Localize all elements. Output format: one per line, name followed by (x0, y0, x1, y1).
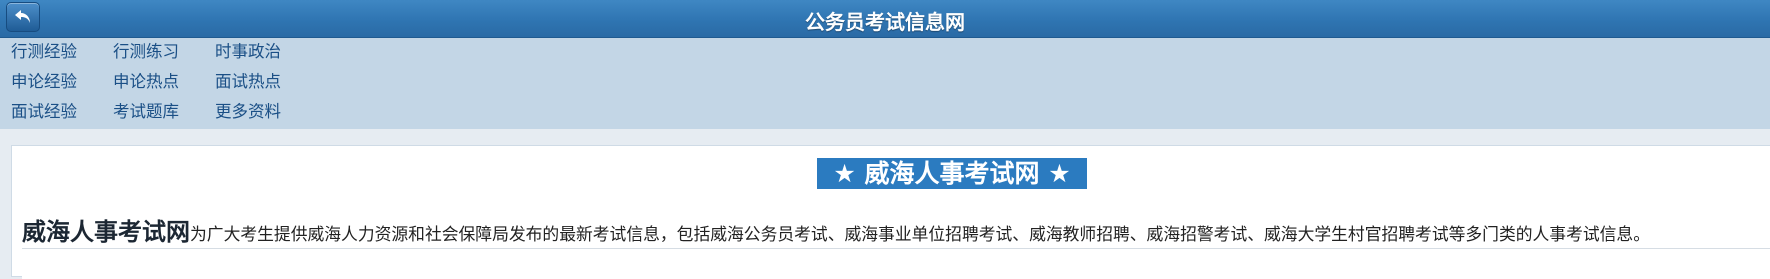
nav-link-shenlun-jingyan[interactable]: 申论经验 (11, 68, 77, 92)
site-description: 威海人事考试网为广大考生提供威海人力资源和社会保障局发布的最新考试信息，包括威海… (22, 212, 1650, 247)
top-bar: 公务员考试信息网 (0, 0, 1770, 38)
description-site-name: 威海人事考试网 (22, 218, 190, 246)
sub-panel (22, 248, 1770, 279)
nav-link-gengduo-ziliao[interactable]: 更多资料 (215, 98, 281, 122)
content-panel: ★ 威海人事考试网 ★ 威海人事考试网为广大考生提供威海人力资源和社会保障局发布… (11, 145, 1770, 279)
nav-link-shenlun-redian[interactable]: 申论热点 (113, 68, 179, 92)
site-title: 公务员考试信息网 (805, 10, 965, 34)
section-heading: ★ 威海人事考试网 ★ (817, 158, 1087, 189)
nav-link-mianshi-jingyan[interactable]: 面试经验 (11, 98, 77, 122)
back-arrow-icon (15, 10, 30, 23)
nav-link-kaoshi-tiku[interactable]: 考试题库 (113, 98, 179, 122)
nav-menu: 行测经验 行测练习 时事政治 申论经验 申论热点 面试热点 面试经验 考试题库 … (0, 38, 1770, 129)
nav-link-shishi-zhengzhi[interactable]: 时事政治 (215, 38, 281, 62)
nav-link-xingce-jingyan[interactable]: 行测经验 (11, 38, 77, 62)
nav-link-mianshi-redian[interactable]: 面试热点 (215, 68, 281, 92)
back-button[interactable] (6, 2, 40, 32)
description-text: 为广大考生提供威海人力资源和社会保障局发布的最新考试信息，包括威海公务员考试、威… (190, 224, 1650, 244)
nav-link-xingce-lianxi[interactable]: 行测练习 (113, 38, 179, 62)
